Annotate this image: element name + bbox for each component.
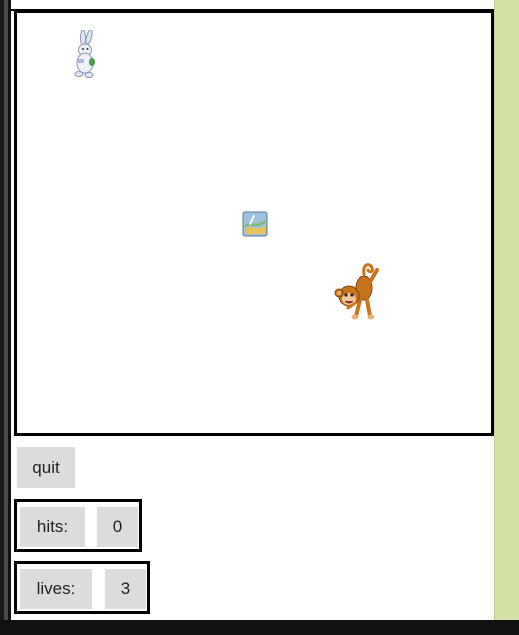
target-tile-icon[interactable] xyxy=(242,211,268,237)
quit-button[interactable]: quit xyxy=(17,447,75,488)
hits-counter: hits: 0 xyxy=(14,499,142,552)
window-edge xyxy=(0,0,8,635)
game-screen: quit hits: 0 lives: 3 xyxy=(0,0,519,635)
rabbit-icon[interactable] xyxy=(70,29,100,80)
side-panel xyxy=(494,0,519,620)
hits-label: hits: xyxy=(20,507,85,547)
lives-counter: lives: 3 xyxy=(14,561,150,614)
lives-label: lives: xyxy=(20,569,92,609)
bottom-bar xyxy=(0,620,519,635)
game-canvas[interactable] xyxy=(14,10,494,436)
monkey-icon[interactable] xyxy=(334,260,380,322)
lives-value: 3 xyxy=(105,569,146,609)
hits-value: 0 xyxy=(97,507,138,547)
